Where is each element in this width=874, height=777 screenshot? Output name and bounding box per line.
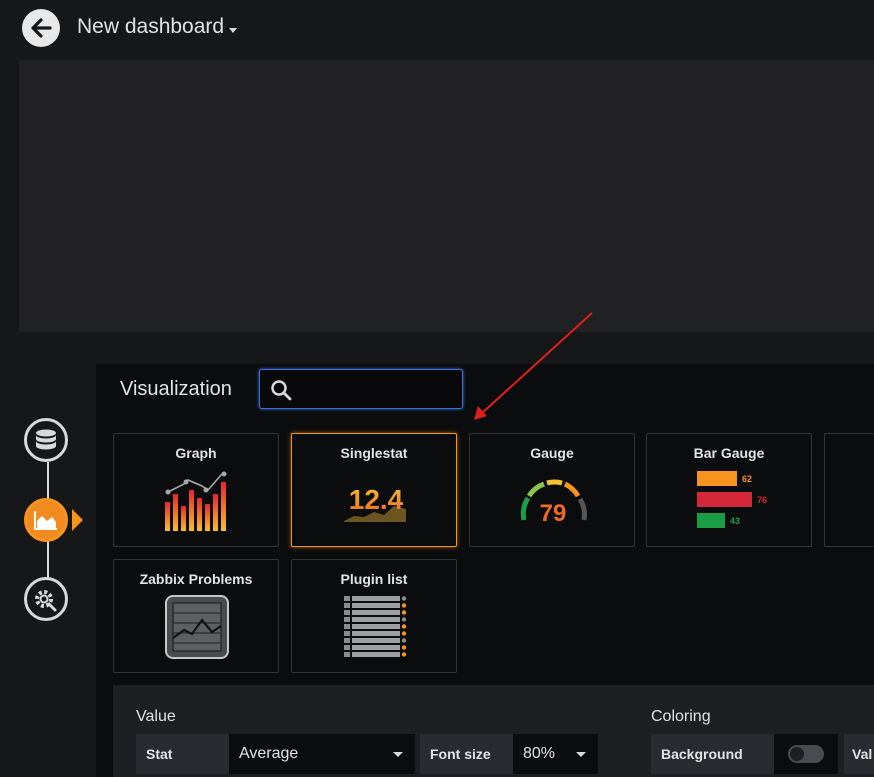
viz-card-zabbix-problems[interactable]: Zabbix Problems — [113, 559, 279, 673]
plugin-list-row — [352, 638, 400, 643]
database-icon — [36, 429, 56, 450]
plugin-list-row-marker — [344, 645, 350, 650]
general-tab-button[interactable] — [24, 577, 68, 621]
plugin-list-status-dot — [401, 631, 407, 636]
background-label: Background — [651, 734, 774, 774]
panel-preview — [19, 60, 874, 332]
plugin-list-row-marker — [344, 610, 350, 615]
stat-select[interactable]: Average — [229, 734, 415, 774]
area-chart-icon — [34, 511, 57, 530]
gauge-preview-value: 79 — [540, 500, 567, 527]
zabbix-problems-icon — [165, 595, 229, 659]
gear-wrench-icon — [35, 590, 57, 612]
plugin-list-row — [352, 617, 400, 622]
plugin-list-row — [352, 610, 400, 615]
plugin-list-status-dot — [401, 617, 407, 622]
plugin-list-row-marker — [344, 624, 350, 629]
plugin-list-status-dot — [401, 596, 407, 601]
plugin-list-row-marker — [344, 596, 350, 601]
plugin-list-row-marker — [344, 638, 350, 643]
plugin-list-row-marker — [344, 603, 350, 608]
font-size-select[interactable]: 80% — [513, 734, 598, 774]
search-icon — [271, 380, 292, 401]
arrow-left-icon — [31, 18, 52, 38]
viz-card-graph[interactable]: Graph — [113, 433, 279, 547]
viz-card-partial[interactable] — [824, 433, 874, 547]
plugin-list-status-dot — [401, 624, 407, 629]
value-coloring-label: Val — [844, 734, 874, 774]
plugin-list-status-dot — [401, 610, 407, 615]
background-toggle-wrapper — [774, 734, 838, 774]
viz-card-singlestat[interactable]: Singlestat 12.4 — [291, 433, 457, 547]
plugin-list-status-dot — [401, 603, 407, 608]
top-navbar: New dashboard — [0, 0, 874, 56]
visualization-search[interactable] — [259, 369, 463, 409]
back-button[interactable] — [22, 9, 60, 47]
search-input[interactable] — [300, 376, 454, 404]
singlestat-preview-icon: 12.4 — [344, 484, 406, 522]
plugin-list-icon — [344, 596, 407, 657]
plugin-list-row — [352, 631, 400, 636]
stat-select-value: Average — [239, 745, 299, 762]
singlestat-preview-value: 12.4 — [349, 484, 404, 515]
chevron-down-icon[interactable] — [229, 28, 237, 33]
plugin-list-row — [352, 624, 400, 629]
plugin-list-row — [352, 645, 400, 650]
plugin-list-row — [352, 596, 400, 601]
visualization-heading: Visualization — [120, 378, 232, 400]
plugin-list-status-dot — [401, 645, 407, 650]
toggle-knob — [790, 747, 804, 761]
stat-label: Stat — [136, 734, 229, 774]
font-size-select-value: 80% — [523, 745, 556, 762]
plugin-list-status-dot — [401, 652, 407, 657]
queries-tab-button[interactable] — [24, 418, 68, 462]
coloring-section-heading: Coloring — [651, 708, 711, 725]
plugin-list-status-dot — [401, 638, 407, 643]
bar-gauge-value-3: 43 — [730, 516, 740, 526]
bar-gauge-preview-icon: 62 76 43 — [697, 471, 767, 528]
plugin-list-row-marker — [344, 631, 350, 636]
plugin-list-row-marker — [344, 652, 350, 657]
gauge-preview-icon: 79 — [520, 479, 587, 527]
dashboard-title[interactable]: New dashboard — [77, 15, 224, 39]
value-section-heading: Value — [136, 708, 176, 725]
plugin-list-row — [352, 603, 400, 608]
options-panel: Value Stat Average Font size 80% Colorin… — [113, 685, 874, 777]
viz-card-gauge[interactable]: Gauge 79 — [469, 433, 635, 547]
visualization-tab-button[interactable] — [24, 498, 68, 542]
bar-gauge-value-2: 76 — [757, 495, 767, 505]
plugin-list-row-marker — [344, 617, 350, 622]
graph-preview-icon — [165, 471, 227, 531]
chevron-down-icon — [393, 752, 403, 757]
active-tab-pointer — [72, 509, 83, 531]
font-size-label: Font size — [420, 734, 513, 774]
plugin-list-row — [352, 652, 400, 657]
chevron-down-icon — [576, 752, 586, 757]
viz-card-bar-gauge[interactable]: Bar Gauge 62 76 43 — [646, 433, 812, 547]
viz-card-plugin-list[interactable]: Plugin list — [291, 559, 457, 673]
bar-gauge-value-1: 62 — [742, 474, 752, 484]
background-toggle[interactable] — [788, 745, 824, 763]
